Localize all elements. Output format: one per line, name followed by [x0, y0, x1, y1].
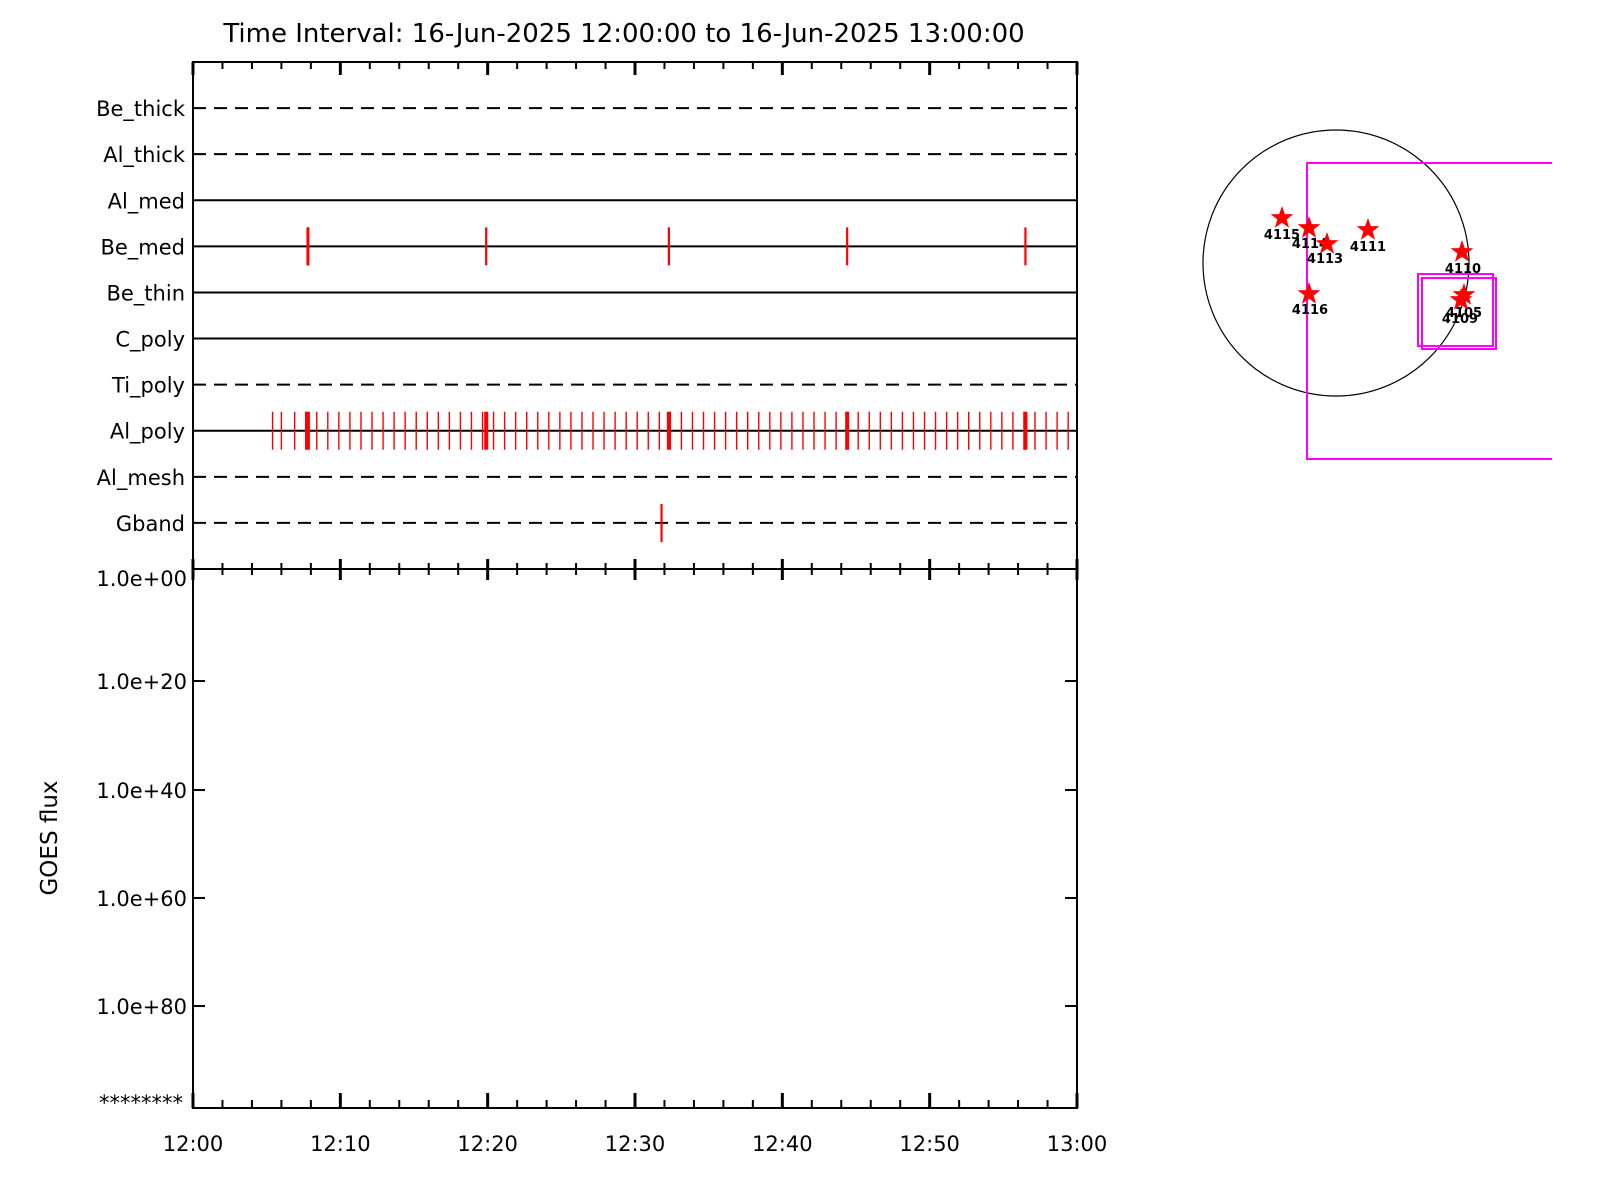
goes-ytick-label: 1.0e+60	[96, 887, 187, 911]
goes-ytick-label: 1.0e+00	[96, 567, 187, 591]
goes-ytick-label: 1.0e+20	[96, 670, 187, 694]
x-axis-label: 12:30	[605, 1132, 666, 1156]
plot-background	[0, 0, 1600, 1200]
filter-row-label-Ti_poly: Ti_poly	[111, 374, 185, 399]
x-axis-label: 12:10	[310, 1132, 371, 1156]
plot-title: Time Interval: 16-Jun-2025 12:00:00 to 1…	[222, 19, 1024, 49]
x-axis-label: 12:20	[457, 1132, 518, 1156]
active-region-label-4113: 4113	[1307, 252, 1343, 267]
x-axis-label: 12:50	[899, 1132, 960, 1156]
goes-ytick-overflow-label: ********	[99, 1091, 183, 1115]
filter-row-label-Be_thick: Be_thick	[96, 97, 186, 122]
x-axis-label: 12:00	[163, 1132, 224, 1156]
filter-row-label-Be_thin: Be_thin	[106, 281, 185, 306]
active-region-label-4110: 4110	[1445, 262, 1481, 277]
plot-canvas: Time Interval: 16-Jun-2025 12:00:00 to 1…	[0, 0, 1600, 1200]
goes-ytick-label: 1.0e+80	[96, 995, 187, 1019]
filter-row-label-Al_med: Al_med	[108, 189, 185, 214]
active-region-label-4109: 4109	[1442, 312, 1478, 327]
x-axis-label: 12:40	[752, 1132, 813, 1156]
filter-row-label-Al_thick: Al_thick	[103, 143, 186, 168]
goes-ytick-label: 1.0e+40	[96, 779, 187, 803]
filter-row-label-Be_med: Be_med	[100, 235, 185, 260]
x-axis-label: 13:00	[1047, 1132, 1108, 1156]
filter-row-label-Al_mesh: Al_mesh	[97, 466, 185, 491]
active-region-label-4111: 4111	[1350, 240, 1386, 255]
active-region-label-4116: 4116	[1292, 303, 1328, 318]
filter-row-label-Al_poly: Al_poly	[110, 420, 185, 445]
goes-yaxis-title: GOES flux	[37, 780, 63, 895]
filter-row-label-C_poly: C_poly	[115, 328, 185, 353]
filter-row-label-Gband: Gband	[116, 512, 185, 536]
plot-window: Time Interval: 16-Jun-2025 12:00:00 to 1…	[0, 0, 1600, 1200]
